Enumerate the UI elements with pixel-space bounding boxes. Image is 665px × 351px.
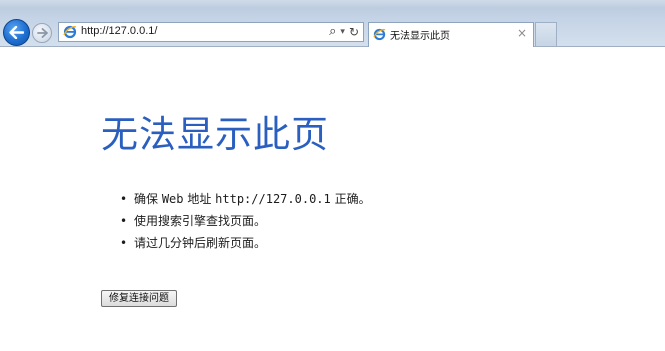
tip-suffix: 正确。 [330, 192, 371, 206]
address-bar[interactable]: http://127.0.0.1/ ⌕ ▾ ↻ [58, 22, 364, 42]
tab-active[interactable]: 无法显示此页 × [368, 22, 534, 47]
bullet-icon: • [120, 214, 128, 228]
browser-chrome: http://127.0.0.1/ ⌕ ▾ ↻ 无法显示此页 × [0, 0, 665, 47]
fix-connection-button[interactable]: 修复连接问题 [101, 290, 177, 307]
list-item: • 请过几分钟后刷新页面。 [120, 232, 371, 254]
tip-text: 使用搜索引擎查找页面。 [134, 214, 267, 228]
new-tab-button[interactable] [535, 22, 557, 46]
bullet-icon: • [120, 192, 128, 206]
list-item: • 确保 Web 地址 http://127.0.0.1 正确。 [120, 188, 371, 210]
address-text[interactable]: http://127.0.0.1/ [81, 25, 157, 37]
forward-button[interactable] [32, 23, 52, 43]
address-tools: ⌕ ▾ ↻ [329, 24, 359, 40]
chevron-down-icon[interactable]: ▾ [340, 24, 345, 40]
tab-label: 无法显示此页 [390, 31, 450, 42]
ie-icon [63, 25, 77, 39]
page-title: 无法显示此页 [101, 113, 329, 156]
search-icon[interactable]: ⌕ [329, 24, 336, 40]
refresh-icon[interactable]: ↻ [349, 24, 359, 40]
page-content: 无法显示此页 • 确保 Web 地址 http://127.0.0.1 正确。 •… [0, 47, 665, 351]
tip-middle: 地址 [183, 192, 216, 206]
close-icon[interactable]: × [517, 26, 527, 40]
bullet-icon: • [120, 236, 128, 250]
tips-list: • 确保 Web 地址 http://127.0.0.1 正确。 • 使用搜索引擎查… [120, 188, 371, 254]
back-arrow-icon [9, 26, 24, 39]
list-item: • 使用搜索引擎查找页面。 [120, 210, 371, 232]
back-button[interactable] [3, 19, 30, 46]
tip-web: Web [161, 192, 184, 206]
forward-arrow-icon [36, 28, 48, 38]
tip-text: 请过几分钟后刷新页面。 [134, 236, 267, 250]
tip-prefix: 确保 [134, 192, 162, 206]
tab-ie-icon [373, 28, 386, 41]
tip-url: http://127.0.0.1 [215, 192, 331, 206]
